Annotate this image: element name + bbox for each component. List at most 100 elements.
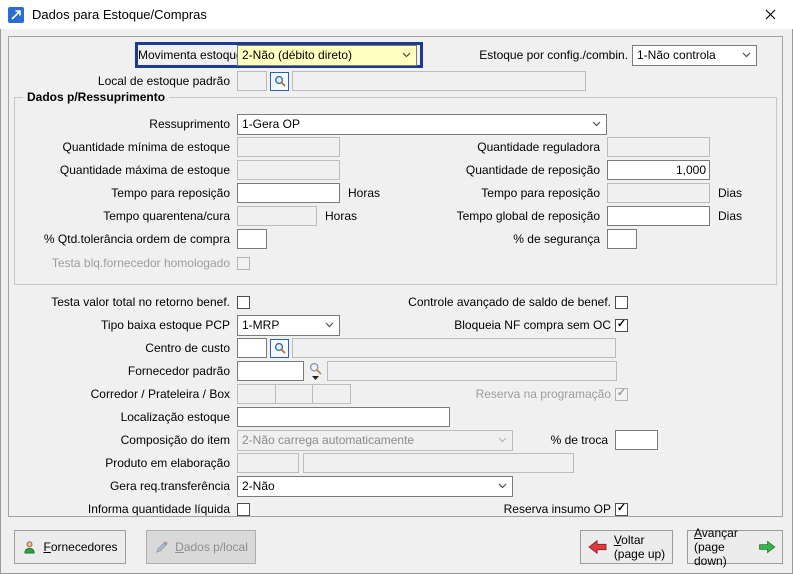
row-tempo-reposicao: Tempo para reposição Horas Tempo para re…: [15, 183, 776, 203]
estoque-config-combo[interactable]: 1-Não controla: [632, 45, 757, 66]
window-title: Dados para Estoque/Compras: [32, 7, 207, 22]
row-centro-custo: Centro de custo: [9, 338, 782, 358]
centro-custo-code-input[interactable]: [237, 338, 267, 358]
row-qtd-minima: Quantidade mínima de estoque Quantidade …: [15, 137, 776, 157]
reserva-programacao-checkbox: [615, 388, 628, 401]
tempo-reposicao-dias-unit: Dias: [718, 186, 742, 200]
arrow-right-icon: [758, 539, 776, 555]
tipo-baixa-value: 1-MRP: [242, 318, 279, 332]
tempo-global-label: Tempo global de reposição: [310, 209, 607, 223]
qtd-maxima-label: Quantidade máxima de estoque: [15, 163, 237, 177]
row-qtd-maxima: Quantidade máxima de estoque Quantidade …: [15, 160, 776, 180]
fornecedor-padrao-lookup-button[interactable]: [309, 362, 322, 380]
movimenta-estoque-combo[interactable]: 2-Não (débito direto): [237, 45, 417, 66]
fornecedores-button[interactable]: Fornecedores: [14, 530, 126, 564]
tempo-quarentena-label: Tempo quarentena/cura: [15, 209, 237, 223]
row-testa-valor: Testa valor total no retorno benef. Cont…: [9, 292, 782, 312]
testa-valor-label: Testa valor total no retorno benef.: [9, 295, 237, 309]
arrow-left-icon: [588, 539, 608, 555]
dados-p-local-button-label: Dados p/local: [175, 540, 248, 554]
qtd-reposicao-label: Quantidade de reposição: [310, 163, 607, 177]
testa-valor-checkbox[interactable]: [237, 296, 250, 309]
edit-pencil-icon: [154, 540, 169, 555]
tempo-global-unit: Dias: [718, 209, 742, 223]
row-ressuprimento: Ressuprimento 1-Gera OP: [15, 114, 776, 134]
testa-blq-label: Testa blq.fornecedor homologado: [15, 256, 237, 270]
seguranca-label: % de segurança: [310, 232, 607, 246]
row-tipo-baixa: Tipo baixa estoque PCP 1-MRP Bloqueia NF…: [9, 315, 782, 335]
dados-p-local-button: Dados p/local: [146, 530, 256, 564]
tempo-reposicao-dias-label: Tempo para reposição: [310, 186, 607, 200]
fornecedores-button-label: Fornecedores: [43, 540, 117, 554]
tolerancia-oc-input[interactable]: [237, 229, 267, 249]
estoque-config-label: Estoque por config./combin.: [434, 48, 628, 62]
search-icon: [274, 342, 286, 354]
ressuprimento-value: 1-Gera OP: [242, 117, 300, 131]
movimenta-estoque-value: 2-Não (débito direto): [242, 48, 352, 62]
fornecedor-padrao-code-input[interactable]: [237, 361, 304, 381]
person-icon: [22, 540, 37, 555]
centro-custo-lookup-button[interactable]: [270, 339, 289, 358]
ressuprimento-label: Ressuprimento: [15, 117, 237, 131]
ressuprimento-combo[interactable]: 1-Gera OP: [237, 114, 607, 135]
informa-liquida-label: Informa quantidade líquida: [9, 502, 237, 516]
search-icon: [274, 75, 286, 87]
controle-avancado-checkbox[interactable]: [615, 296, 628, 309]
fornecedor-padrao-label: Fornecedor padrão: [9, 364, 237, 378]
local-estoque-code-input: [237, 71, 267, 91]
titlebar: Dados para Estoque/Compras: [0, 0, 793, 29]
row-gera-req: Gera req.transferência 2-Não: [9, 476, 782, 496]
row-composicao: Composição do item 2-Não carrega automat…: [9, 430, 782, 450]
row-testa-blq: Testa blq.fornecedor homologado: [15, 253, 776, 273]
form-panel: Movimenta estoque 2-Não (débito direto) …: [8, 36, 783, 517]
tempo-quarentena-input: [237, 206, 317, 226]
row-localizacao: Localização estoque: [9, 407, 782, 427]
centro-custo-label: Centro de custo: [9, 341, 237, 355]
bloqueia-nf-label: Bloqueia NF compra sem OC: [309, 318, 615, 332]
tipo-baixa-label: Tipo baixa estoque PCP: [9, 318, 237, 332]
informa-liquida-checkbox[interactable]: [237, 503, 250, 516]
qtd-minima-label: Quantidade mínima de estoque: [15, 140, 237, 154]
qtd-reguladora-input: [607, 137, 710, 157]
dropdown-triangle-icon: [312, 376, 319, 380]
tolerancia-oc-label: % Qtd.tolerância ordem de compra: [15, 232, 237, 246]
localizacao-label: Localização estoque: [9, 410, 237, 424]
produto-elaboracao-code-input: [237, 453, 299, 473]
voltar-button[interactable]: Voltar (page up): [580, 530, 673, 564]
row-produto-elaboracao: Produto em elaboração: [9, 453, 782, 473]
tempo-global-input[interactable]: [607, 206, 710, 226]
bloqueia-nf-checkbox[interactable]: [615, 319, 628, 332]
troca-input[interactable]: [615, 430, 658, 450]
close-icon[interactable]: [748, 0, 793, 29]
row-tolerancia: % Qtd.tolerância ordem de compra % de se…: [15, 229, 776, 249]
dialog-dados-estoque-compras: Dados para Estoque/Compras Movimenta est…: [0, 0, 793, 574]
movimenta-estoque-field: Movimenta estoque 2-Não (débito direto): [135, 42, 423, 68]
row-informa-liquida: Informa quantidade líquida Reserva insum…: [9, 499, 782, 519]
corredor-label: Corredor / Prateleira / Box: [9, 387, 237, 401]
voltar-button-label: Voltar (page up): [614, 533, 665, 561]
local-estoque-label: Local de estoque padrão: [9, 74, 237, 88]
gera-req-combo[interactable]: 2-Não: [237, 476, 513, 497]
local-estoque-name-input: [292, 71, 586, 91]
chevron-down-icon: [498, 483, 507, 489]
movimenta-estoque-label: Movimenta estoque: [138, 48, 237, 62]
produto-elaboracao-label: Produto em elaboração: [9, 456, 237, 470]
tempo-reposicao-horas-label: Tempo para reposição: [15, 186, 237, 200]
troca-label: % de troca: [459, 433, 608, 447]
reserva-insumo-checkbox[interactable]: [615, 503, 628, 516]
localizacao-input[interactable]: [237, 407, 450, 427]
composicao-label: Composição do item: [9, 433, 237, 447]
app-icon: [8, 7, 24, 23]
seguranca-input[interactable]: [607, 229, 637, 249]
chevron-down-icon: [742, 52, 751, 58]
search-icon: [309, 362, 322, 375]
centro-custo-name-input: [292, 338, 616, 358]
controle-avancado-label: Controle avançado de saldo de benef.: [309, 295, 615, 309]
avancar-button[interactable]: Avançar (page down): [687, 530, 783, 564]
gera-req-value: 2-Não: [242, 479, 275, 493]
prateleira-input: [275, 384, 313, 404]
qtd-reposicao-input[interactable]: [607, 160, 710, 180]
local-estoque-lookup-button[interactable]: [270, 72, 289, 91]
chevron-down-icon: [592, 121, 601, 127]
row-local-estoque: Local de estoque padrão: [9, 71, 782, 91]
